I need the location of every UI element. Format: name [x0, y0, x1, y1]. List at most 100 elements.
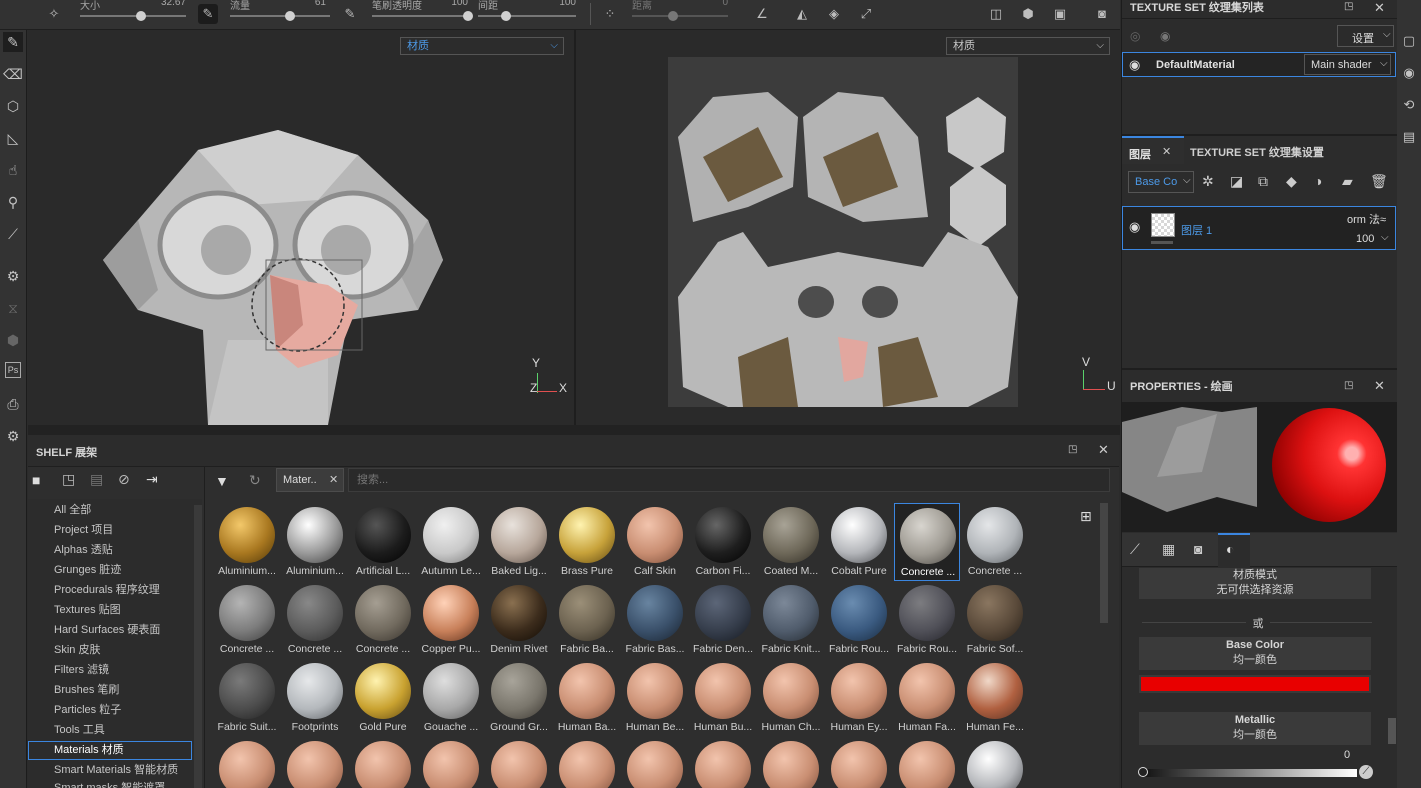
- screenshot-icon[interactable]: ◙: [1092, 4, 1112, 24]
- flow-brush-icon[interactable]: ✎: [198, 4, 218, 24]
- category-item[interactable]: Project 项目: [54, 520, 113, 540]
- material-thumbnail[interactable]: Coated M...: [758, 503, 824, 581]
- material-thumbnail[interactable]: Brass Pure: [554, 503, 620, 581]
- new-file-icon[interactable]: ◳: [62, 471, 75, 488]
- distance-value[interactable]: 0: [700, 0, 728, 8]
- opacity-brush-icon[interactable]: ✎: [340, 4, 360, 24]
- material-thumbnail[interactable]: Carbon Fi...: [690, 503, 756, 581]
- metallic-slider[interactable]: [1142, 769, 1357, 777]
- material-thumbnail[interactable]: Concrete ...: [894, 503, 960, 581]
- remove-filter-icon[interactable]: ✕: [329, 473, 338, 486]
- clone-stamp-icon[interactable]: ⚲: [3, 192, 23, 212]
- filter-tag[interactable]: Mater.. ✕: [276, 468, 344, 492]
- material-thumbnail[interactable]: Footprints: [282, 659, 348, 737]
- splitter[interactable]: [1122, 368, 1398, 370]
- export-icon[interactable]: ⎙: [3, 394, 23, 414]
- material-thumbnail[interactable]: Human Ba...: [554, 659, 620, 737]
- material-thumbnail[interactable]: Human Bu...: [690, 659, 756, 737]
- symmetry-icon[interactable]: ✧: [44, 4, 64, 24]
- category-item[interactable]: Grunges 脏迹: [54, 560, 121, 580]
- eye-icon[interactable]: ◉: [1129, 57, 1140, 73]
- material-thumbnail[interactable]: [418, 737, 484, 788]
- folder-icon[interactable]: ■: [32, 472, 40, 488]
- mirror-icon[interactable]: ◭: [792, 4, 812, 24]
- channel-dropdown[interactable]: Base Co ⌵: [1128, 171, 1194, 193]
- material-thumbnail[interactable]: Human Be...: [622, 659, 688, 737]
- material-thumbnail[interactable]: [214, 737, 280, 788]
- spacing-value[interactable]: 100: [540, 0, 576, 8]
- add-effect-icon[interactable]: ✲: [1202, 173, 1214, 190]
- bake-icon[interactable]: ⚙: [3, 266, 23, 286]
- material-thumbnail[interactable]: Concrete ...: [282, 581, 348, 659]
- material-thumbnail[interactable]: [690, 737, 756, 788]
- import-icon[interactable]: ⇥: [146, 471, 158, 488]
- material-thumbnail[interactable]: Fabric Ba...: [554, 581, 620, 659]
- opacity-value[interactable]: 100: [440, 0, 468, 8]
- material-thumbnail[interactable]: Ground Gr...: [486, 659, 552, 737]
- spacing-slider[interactable]: [478, 15, 576, 17]
- paint-brush-icon[interactable]: ✎: [3, 32, 23, 52]
- shader-dropdown[interactable]: Main shader ⌵: [1304, 54, 1391, 75]
- spacing-slider-knob[interactable]: [501, 11, 511, 21]
- viewport-2d[interactable]: 材质 ⌵ V U: [576, 30, 1120, 425]
- stencil-tab-icon[interactable]: ◙: [1194, 541, 1202, 557]
- tab-texture-set-settings[interactable]: TEXTURE SET 纹理集设置: [1190, 144, 1324, 160]
- category-item-materials[interactable]: Materials 材质: [54, 740, 124, 760]
- flow-value[interactable]: 61: [300, 0, 326, 8]
- polygon-fill-icon[interactable]: ◺: [3, 128, 23, 148]
- cube-icon[interactable]: ⬢: [1018, 4, 1038, 24]
- category-item[interactable]: Particles 粒子: [54, 700, 121, 720]
- category-item[interactable]: Skin 皮肤: [54, 640, 100, 660]
- metallic-slider-knob[interactable]: [1138, 767, 1148, 777]
- flow-slider-knob[interactable]: [285, 11, 295, 21]
- add-mask-icon[interactable]: ◪: [1230, 173, 1243, 190]
- material-thumbnail[interactable]: Denim Rivet: [486, 581, 552, 659]
- hide-icon[interactable]: ⊘: [118, 471, 130, 488]
- angle-icon[interactable]: ∠: [752, 4, 772, 24]
- size-slider-knob[interactable]: [136, 11, 146, 21]
- view-mode-icon[interactable]: ◫: [986, 4, 1006, 24]
- category-item[interactable]: Alphas 透贴: [54, 540, 113, 560]
- opacity-slider[interactable]: [372, 15, 468, 17]
- category-item[interactable]: Textures 贴图: [54, 600, 121, 620]
- visibility-toggle-icon[interactable]: ◎: [1130, 29, 1140, 43]
- add-smart-material-icon[interactable]: ◑: [1314, 173, 1322, 189]
- material-thumbnail[interactable]: Copper Pu...: [418, 581, 484, 659]
- distance-slider-knob[interactable]: [668, 11, 678, 21]
- material-thumbnail[interactable]: [894, 737, 960, 788]
- category-item[interactable]: Brushes 笔刷: [54, 680, 119, 700]
- eraser-icon[interactable]: ⌫: [3, 64, 23, 84]
- material-thumbnail[interactable]: Gouache ...: [418, 659, 484, 737]
- viewport-3d[interactable]: 材质 ⌵ Y X Z: [28, 30, 574, 425]
- size-slider[interactable]: [80, 15, 186, 17]
- add-layer-icon[interactable]: ⧉: [1258, 173, 1268, 190]
- photoshop-icon[interactable]: Ps: [5, 362, 21, 378]
- grid-view-icon[interactable]: ⊞: [1080, 508, 1092, 525]
- material-thumbnail[interactable]: [486, 737, 552, 788]
- filter-icon[interactable]: ▼: [215, 473, 229, 489]
- uv-canvas[interactable]: [668, 57, 1018, 407]
- add-folder-icon[interactable]: ▰: [1342, 173, 1353, 190]
- material-thumbnail[interactable]: Fabric Rou...: [894, 581, 960, 659]
- eye-icon[interactable]: ◉: [1129, 219, 1140, 235]
- material-thumbnail[interactable]: [758, 737, 824, 788]
- category-item[interactable]: All 全部: [54, 500, 91, 520]
- projection-icon[interactable]: ⬡: [3, 96, 23, 116]
- material-thumbnail[interactable]: Concrete ...: [350, 581, 416, 659]
- smudge-icon[interactable]: ☝: [3, 160, 23, 180]
- viewport-3d-material-dropdown[interactable]: 材质 ⌵: [400, 37, 564, 55]
- history-icon[interactable]: ⟲: [1401, 97, 1417, 113]
- material-thumbnail[interactable]: Concrete ...: [962, 503, 1028, 581]
- maximize-icon[interactable]: ◳: [1344, 380, 1353, 391]
- material-tab[interactable]: ◐: [1218, 533, 1250, 567]
- material-thumbnail[interactable]: Artificial L...: [350, 503, 416, 581]
- shapes-icon[interactable]: ◈: [824, 4, 844, 24]
- material-thumbnail[interactable]: [554, 737, 620, 788]
- material-thumbnail[interactable]: [622, 737, 688, 788]
- plugins-icon[interactable]: ⚙: [3, 426, 23, 446]
- material-thumbnail[interactable]: Human Ch...: [758, 659, 824, 737]
- shelf-splitter[interactable]: [28, 425, 1120, 435]
- settings-dropdown[interactable]: 设置 ⌵: [1337, 25, 1394, 47]
- material-thumbnail[interactable]: Human Fe...: [962, 659, 1028, 737]
- delete-icon[interactable]: 🗑: [1370, 173, 1388, 190]
